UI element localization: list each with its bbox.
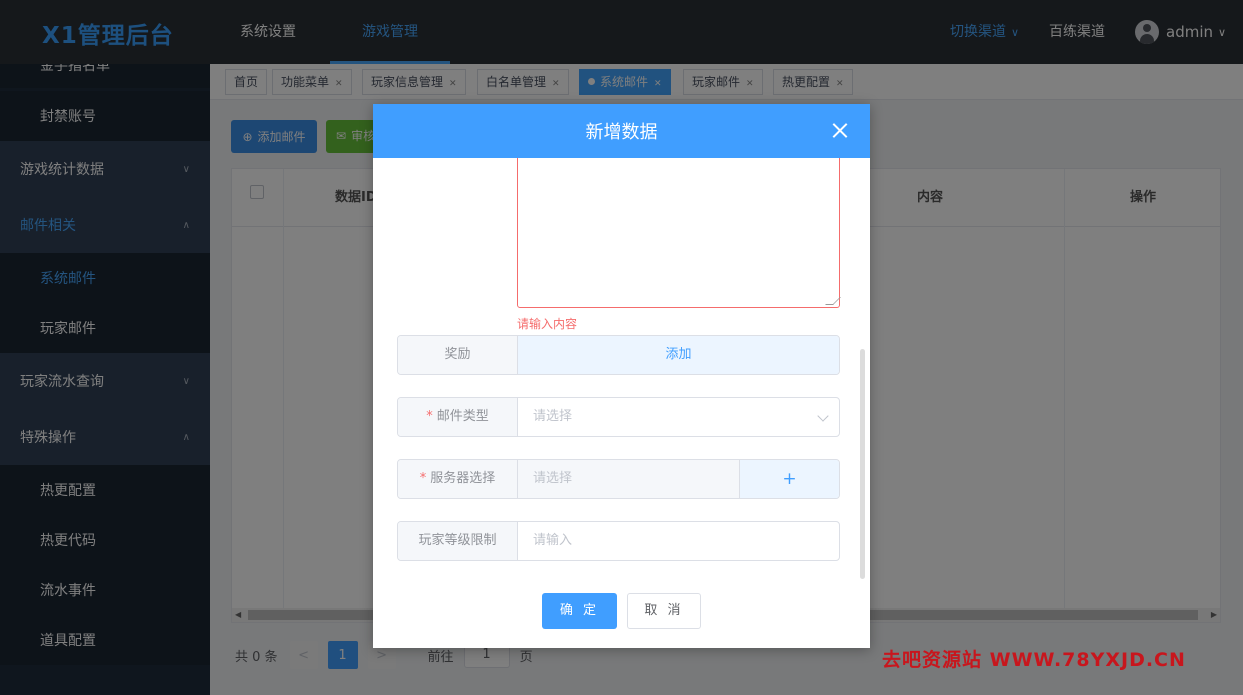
close-icon[interactable] — [830, 121, 850, 141]
player-level-input[interactable]: 请输入 — [518, 522, 839, 560]
required-icon: * — [426, 409, 433, 424]
required-icon: * — [419, 471, 427, 486]
player-level-field: 玩家等级限制 请输入 — [397, 521, 840, 561]
cancel-button[interactable]: 取 消 — [627, 593, 701, 629]
mail-type-select[interactable]: 请选择 — [518, 398, 839, 436]
mail-type-field: * 邮件类型 请选择 — [397, 397, 840, 437]
server-label: * 服务器选择 — [398, 460, 518, 498]
resize-grip-icon[interactable] — [825, 297, 841, 305]
dialog-title: 新增数据 — [585, 122, 658, 143]
add-server-button[interactable]: + — [739, 460, 839, 498]
content-error-message: 请输入内容 — [517, 317, 578, 331]
mail-type-label-text: 邮件类型 — [436, 409, 489, 424]
watermark: 去吧资源站 WWW.78YXJD.CN — [882, 649, 1186, 671]
reward-label: 奖励 — [398, 336, 518, 374]
player-level-label: 玩家等级限制 — [398, 522, 518, 560]
dialog-body: 请输入内容 奖励 添加 * 邮件类型 请选择 * 服务器选择 请选择 + 玩家等级限… — [373, 158, 870, 578]
mail-type-label: * 邮件类型 — [398, 398, 518, 436]
server-field: * 服务器选择 请选择 + — [397, 459, 840, 499]
dialog-scrollbar[interactable] — [860, 349, 865, 579]
server-select[interactable]: 请选择 — [518, 460, 739, 498]
reward-field: 奖励 添加 — [397, 335, 840, 375]
content-textarea[interactable] — [517, 158, 841, 308]
server-label-text: 服务器选择 — [430, 471, 496, 486]
add-data-dialog: 新增数据 请输入内容 奖励 添加 * 邮件类型 请选择 * 服务器选择 请选择 + … — [373, 104, 870, 648]
dialog-header: 新增数据 — [373, 104, 870, 158]
add-reward-button[interactable]: 添加 — [518, 336, 839, 374]
confirm-button[interactable]: 确 定 — [542, 593, 617, 629]
